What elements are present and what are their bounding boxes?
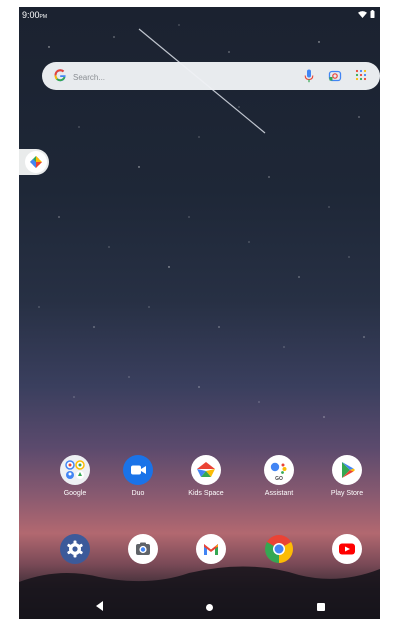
app-duo[interactable]: Duo [106,455,170,497]
play-store-icon [332,455,362,485]
home-app-row: Google Duo Kids Space GO Assistant Play … [19,455,380,515]
app-kids-space[interactable]: Kids Space [174,455,238,497]
svg-text:GO: GO [275,476,283,482]
app-play-store[interactable]: Play Store [315,455,379,497]
chrome-icon [264,534,294,564]
microphone-icon[interactable] [304,69,314,83]
assistant-icon: GO [264,455,294,485]
google-lens-icon[interactable] [328,69,342,83]
dock-row [19,534,380,574]
dock-youtube[interactable] [315,534,379,564]
search-input[interactable] [71,68,275,86]
status-icons [358,10,375,18]
app-google[interactable]: Google [43,455,107,497]
dock-gmail[interactable] [179,534,243,564]
dock-settings[interactable] [43,534,107,564]
apps-grid-icon[interactable] [355,69,367,81]
wifi-icon [358,10,367,18]
youtube-icon [332,534,362,564]
kids-space-icon [191,455,221,485]
google-search-bar[interactable] [42,62,380,90]
settings-icon [60,534,90,564]
gmail-icon [196,534,226,564]
battery-icon [370,10,375,18]
status-bar: 9:00PM [19,7,380,23]
google-folder-icon [60,455,90,485]
home-button[interactable] [206,604,213,611]
app-label: Assistant [264,490,294,497]
navigation-bar [19,593,380,619]
camera-icon [128,534,158,564]
home-screen: 9:00PM Search... Google Duo Kids Space G… [19,7,380,619]
app-label: Kids Space [188,490,224,497]
duo-icon [123,455,153,485]
wallpaper-stars [19,24,380,619]
dock-chrome[interactable] [247,534,311,564]
play-games-icon [19,149,49,175]
google-logo-icon [54,69,66,82]
edge-shortcut-google-play-games[interactable] [19,145,54,179]
app-assistant[interactable]: GO Assistant [247,455,311,497]
status-time: 9:00PM [22,10,48,20]
dock-camera[interactable] [111,534,175,564]
app-label: Google [63,490,87,497]
app-label: Duo [131,490,145,497]
app-label: Play Store [330,490,364,497]
back-icon[interactable] [96,601,104,611]
recents-button[interactable] [317,603,325,611]
